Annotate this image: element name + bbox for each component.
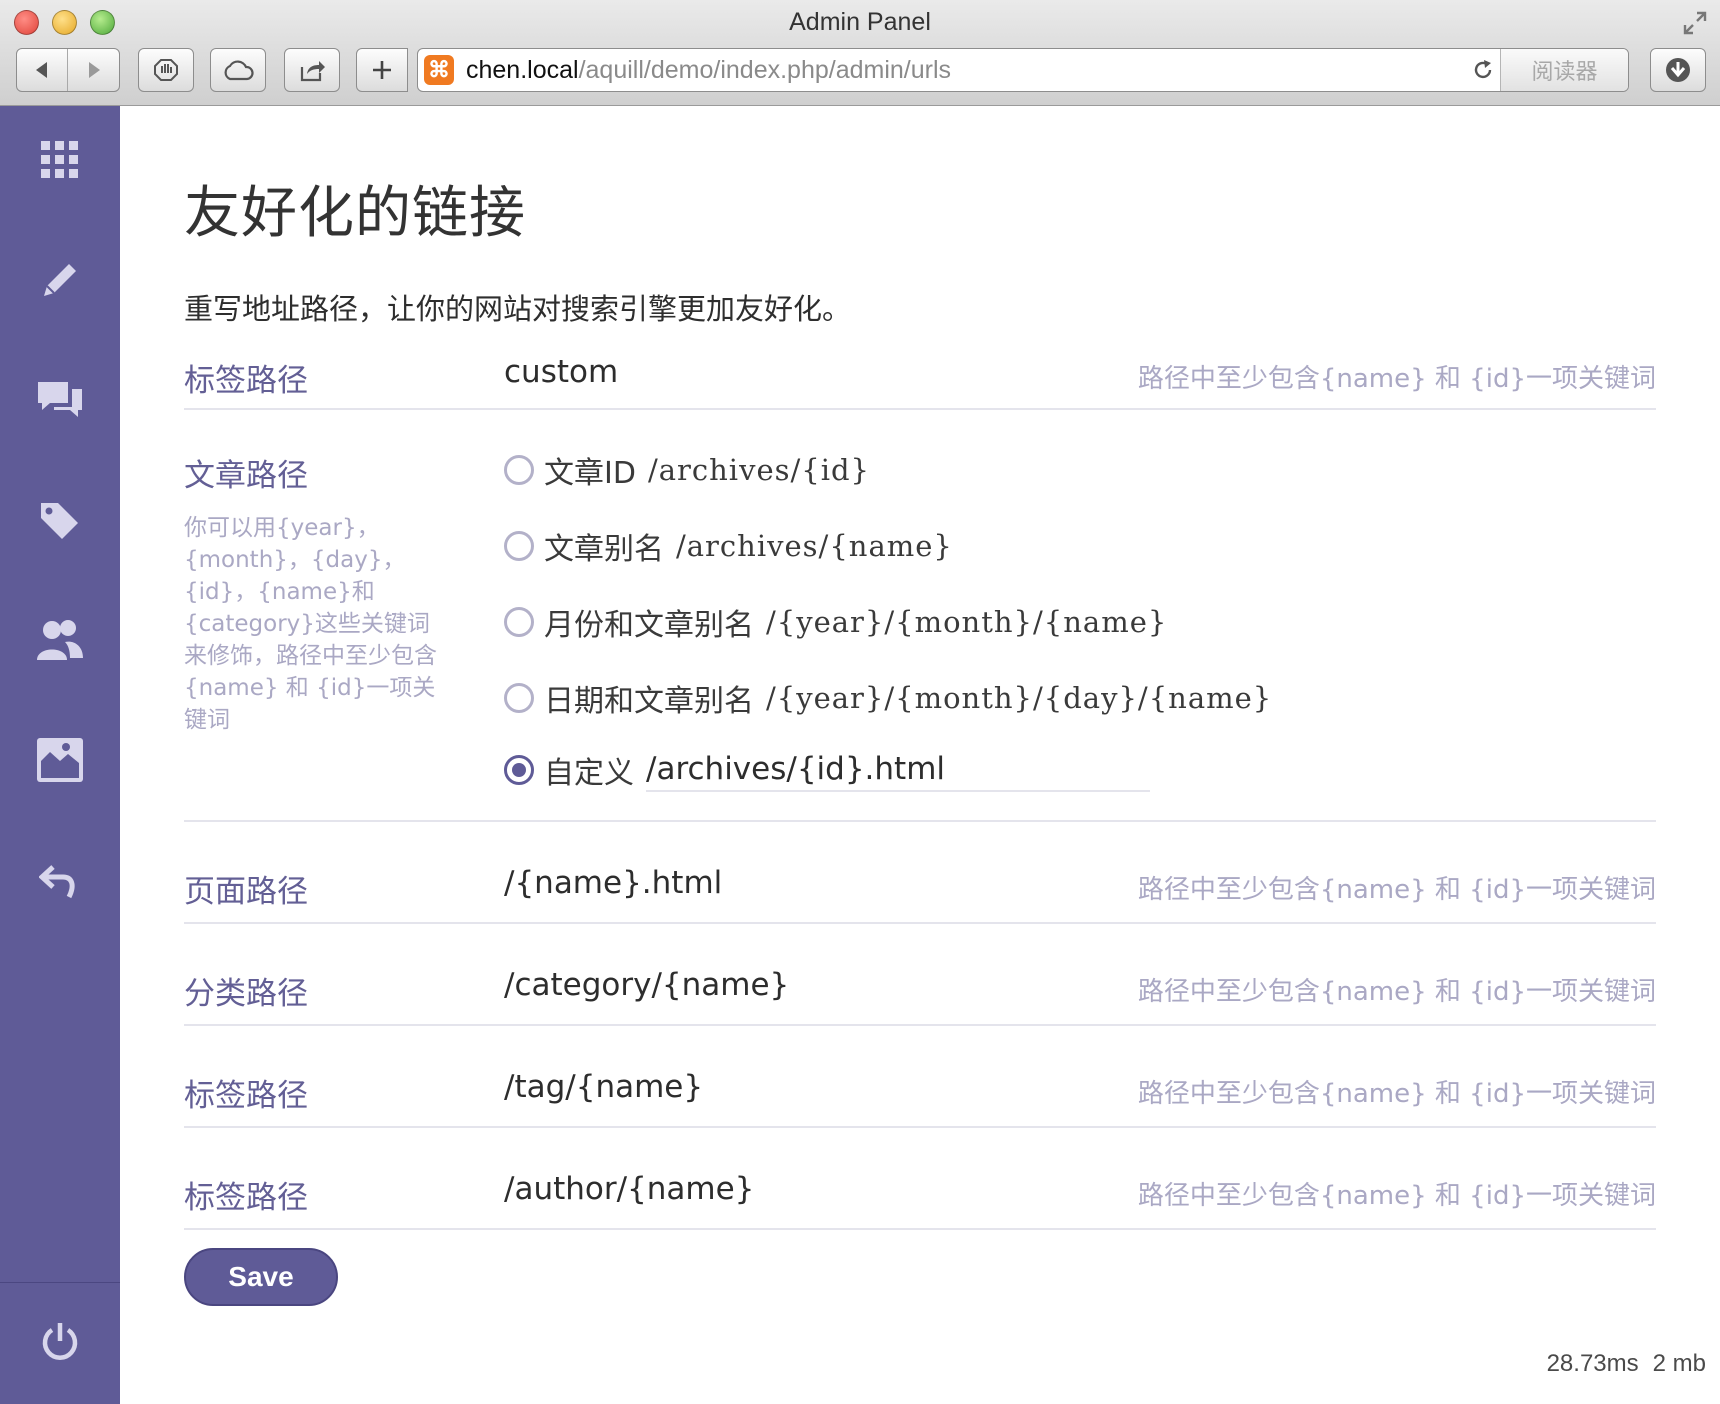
radio-pattern: /archives/{id} <box>647 453 871 487</box>
window-title: Admin Panel <box>789 8 931 36</box>
settings-row-author-path: 标签路径 /author/{name} 路径中至少包含{name} 和 {id}… <box>184 1130 1656 1230</box>
radio-label: 文章别名 <box>544 532 664 567</box>
radio-button[interactable] <box>504 455 534 485</box>
back-button[interactable] <box>17 49 69 91</box>
custom-path-input[interactable] <box>646 748 1150 792</box>
page-description: 重写地址路径，让你的网站对搜索引擎更加友好化。 <box>184 292 852 326</box>
radio-button-checked[interactable] <box>504 755 534 785</box>
share-button[interactable] <box>284 48 340 92</box>
reload-icon <box>1474 60 1492 79</box>
performance-stats: 28.73ms 2 mb <box>1547 1350 1706 1378</box>
radio-button[interactable] <box>504 607 534 637</box>
undo-icon <box>39 865 75 899</box>
download-icon <box>1666 58 1690 82</box>
sidebar-item-comments[interactable] <box>30 370 90 430</box>
url-host: chen.local <box>466 55 579 84</box>
power-icon <box>42 1323 78 1360</box>
back-forward-group <box>16 48 120 92</box>
downloads-button[interactable] <box>1650 48 1706 92</box>
row-label: 文章路径 <box>184 458 308 494</box>
save-button[interactable]: Save <box>184 1248 338 1306</box>
privacy-button[interactable] <box>138 48 194 92</box>
tag-path-input[interactable]: custom <box>504 354 618 390</box>
reader-button[interactable]: 阅读器 <box>1500 49 1628 91</box>
tag-icon <box>41 503 78 539</box>
settings-row-tag-path-2: 标签路径 /tag/{name} 路径中至少包含{name} 和 {id}一项关… <box>184 1028 1656 1128</box>
row-label: 标签路径 <box>184 1180 308 1216</box>
sidebar-item-back[interactable] <box>30 850 90 910</box>
tag-path-input-2[interactable]: /tag/{name} <box>504 1069 703 1105</box>
page-title: 友好化的链接 <box>184 181 526 246</box>
image-icon <box>37 738 83 782</box>
row-hint: 路径中至少包含{name} 和 {id}一项关键词 <box>1137 1079 1656 1109</box>
sidebar-item-media[interactable] <box>30 730 90 790</box>
category-path-input[interactable]: /category/{name} <box>504 967 789 1003</box>
cloud-icon <box>224 60 254 81</box>
row-hint: 路径中至少包含{name} 和 {id}一项关键词 <box>1137 1181 1656 1211</box>
sidebar-item-users[interactable] <box>30 610 90 670</box>
new-tab-button[interactable] <box>356 48 408 92</box>
users-icon <box>37 620 83 660</box>
radio-pattern: /{year}/{month}/{day}/{name} <box>766 681 1273 715</box>
comments-icon <box>38 382 82 417</box>
browser-chrome: Admin Panel ⌘ chen.local/aquill/demo/ind… <box>0 0 1720 106</box>
page-path-input[interactable]: /{name}.html <box>504 865 722 901</box>
radio-label: 文章ID <box>544 456 636 491</box>
article-path-note: 你可以用{year}，{month}，{day}，{id}，{name}和{ca… <box>184 515 437 733</box>
radio-label: 月份和文章别名 <box>544 608 754 643</box>
radio-option-article-id[interactable]: 文章ID /archives/{id} <box>504 448 870 492</box>
sidebar-divider <box>0 1282 120 1283</box>
sidebar <box>0 106 120 1404</box>
row-label: 标签路径 <box>184 363 308 399</box>
radio-button[interactable] <box>504 531 534 561</box>
address-bar[interactable]: ⌘ chen.local/aquill/demo/index.php/admin… <box>417 48 1629 92</box>
radio-pattern: /{year}/{month}/{name} <box>766 605 1168 639</box>
sidebar-item-dashboard[interactable] <box>30 130 90 190</box>
radio-pattern: /archives/{name} <box>676 529 953 563</box>
url-path: /aquill/demo/index.php/admin/urls <box>578 55 952 84</box>
forward-button[interactable] <box>68 49 119 91</box>
radio-button[interactable] <box>504 683 534 713</box>
row-hint: 路径中至少包含{name} 和 {id}一项关键词 <box>1137 977 1656 1007</box>
row-label: 标签路径 <box>184 1078 308 1114</box>
site-favicon-icon: ⌘ <box>424 55 454 85</box>
settings-row-article-path: 文章路径 你可以用{year}，{month}，{day}，{id}，{name… <box>184 412 1656 822</box>
sidebar-item-write[interactable] <box>30 250 90 310</box>
sidebar-item-tags[interactable] <box>30 490 90 550</box>
radio-label: 自定义 <box>544 756 634 791</box>
pencil-icon <box>44 264 76 296</box>
author-path-input[interactable]: /author/{name} <box>504 1171 754 1207</box>
sidebar-item-logout[interactable] <box>30 1312 90 1372</box>
icloud-tabs-button[interactable] <box>210 48 266 92</box>
row-hint: 路径中至少包含{name} 和 {id}一项关键词 <box>1137 875 1656 905</box>
row-label: 分类路径 <box>184 976 308 1012</box>
row-label: 页面路径 <box>184 874 308 910</box>
radio-option-date-slug[interactable]: 日期和文章别名 /{year}/{month}/{day}/{name} <box>504 676 1272 720</box>
settings-row-page-path: 页面路径 /{name}.html 路径中至少包含{name} 和 {id}一项… <box>184 824 1656 924</box>
row-hint: 路径中至少包含{name} 和 {id}一项关键词 <box>1137 364 1656 394</box>
hand-stop-icon <box>154 59 178 81</box>
render-time: 28.73ms <box>1546 1350 1639 1377</box>
forward-arrow-icon <box>88 62 100 78</box>
reload-button[interactable] <box>1466 58 1500 82</box>
radio-label: 日期和文章别名 <box>544 684 754 719</box>
radio-option-article-slug[interactable]: 文章别名 /archives/{name} <box>504 524 953 568</box>
url-text[interactable]: chen.local/aquill/demo/index.php/admin/u… <box>466 56 1466 85</box>
back-arrow-icon <box>36 62 47 78</box>
radio-option-month-slug[interactable]: 月份和文章别名 /{year}/{month}/{name} <box>504 600 1167 644</box>
grid-icon <box>41 141 78 178</box>
main-content: 友好化的链接 重写地址路径，让你的网站对搜索引擎更加友好化。 标签路径 cust… <box>120 106 1720 1404</box>
fullscreen-icon[interactable] <box>1682 10 1708 36</box>
radio-option-custom[interactable]: 自定义 <box>504 748 1150 792</box>
settings-row-category-path: 分类路径 /category/{name} 路径中至少包含{name} 和 {i… <box>184 926 1656 1026</box>
memory-usage: 2 mb <box>1652 1350 1706 1377</box>
plus-icon <box>373 61 391 79</box>
share-icon <box>300 61 325 82</box>
settings-row-tag-path: 标签路径 custom 路径中至少包含{name} 和 {id}一项关键词 <box>184 346 1656 410</box>
